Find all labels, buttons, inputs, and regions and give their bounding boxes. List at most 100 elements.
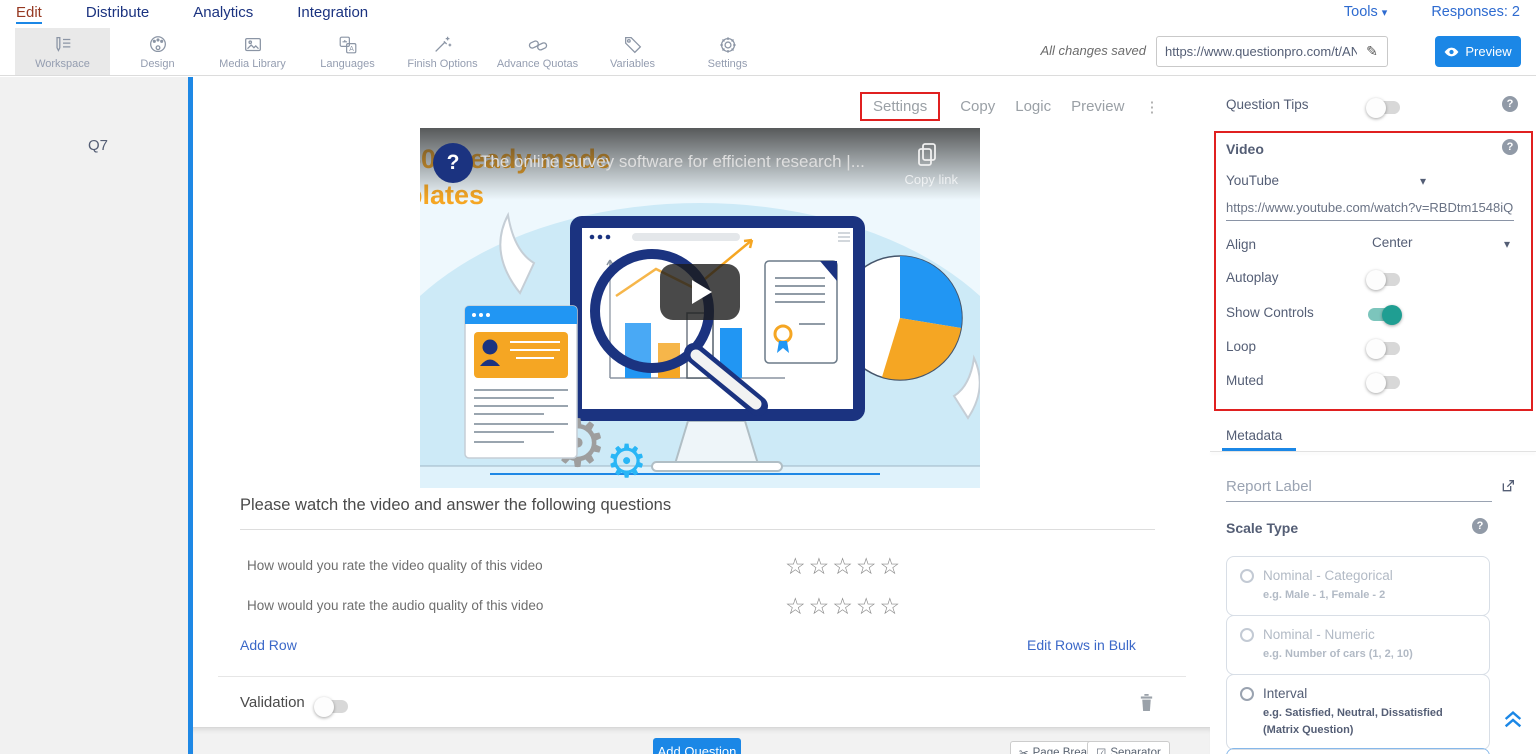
play-icon xyxy=(692,280,712,304)
add-question-button[interactable]: Add Question xyxy=(653,738,741,754)
page-break-label: Page Break xyxy=(1033,747,1093,754)
toolbar-item-settings[interactable]: Settings xyxy=(680,28,775,75)
toggle-knob xyxy=(314,697,334,717)
video-help-icon[interactable]: ? xyxy=(1502,139,1518,155)
media-library-icon xyxy=(242,34,264,56)
toolbar-item-media-library[interactable]: Media Library xyxy=(205,28,300,75)
provider-caret-icon[interactable]: ▾ xyxy=(1420,174,1426,188)
star-icon[interactable]: ☆ xyxy=(832,593,856,619)
star-rating-row-2[interactable]: ☆☆☆☆☆ xyxy=(785,593,903,620)
question-title[interactable]: Please watch the video and answer the fo… xyxy=(240,496,1155,530)
scale-option-partial[interactable] xyxy=(1226,748,1490,754)
tab-settings[interactable]: Settings xyxy=(860,92,940,121)
scale-option-interval[interactable]: Interval e.g. Satisfied, Neutral, Dissat… xyxy=(1226,674,1490,750)
nav-left: Edit Distribute Analytics Integration xyxy=(16,4,368,24)
scale-option-example: e.g. Satisfied, Neutral, Dissatisfied (M… xyxy=(1263,705,1476,738)
scale-option-label: Nominal - Numeric xyxy=(1263,627,1375,642)
add-row-link[interactable]: Add Row xyxy=(240,637,297,653)
validation-toggle[interactable] xyxy=(316,700,348,713)
scale-option-nominal-categorical[interactable]: Nominal - Categorical e.g. Male - 1, Fem… xyxy=(1226,556,1490,616)
matrix-row-label[interactable]: How would you rate the video quality of … xyxy=(247,558,543,573)
scale-option-label: Nominal - Categorical xyxy=(1263,568,1393,583)
external-link-icon[interactable] xyxy=(1500,478,1516,494)
nav-tab-edit[interactable]: Edit xyxy=(16,4,42,24)
question-id-label[interactable]: Q7 xyxy=(88,137,108,154)
edit-url-pencil-icon[interactable]: ✎ xyxy=(1357,43,1387,60)
loop-toggle[interactable] xyxy=(1368,342,1400,355)
star-icon[interactable]: ☆ xyxy=(856,553,880,579)
tab-logic[interactable]: Logic xyxy=(1015,98,1051,115)
star-icon[interactable]: ☆ xyxy=(785,593,809,619)
toggle-knob xyxy=(1366,339,1386,359)
star-icon[interactable]: ☆ xyxy=(809,553,833,579)
toggle-knob xyxy=(1366,98,1386,118)
muted-label: Muted xyxy=(1226,373,1264,388)
report-label-input[interactable]: Report Label xyxy=(1226,478,1492,502)
tools-menu[interactable]: Tools ▾ xyxy=(1344,4,1387,20)
toolbar-label: Design xyxy=(140,58,174,70)
collapse-panel-chevrons-icon[interactable] xyxy=(1502,707,1524,731)
nav-right: Tools ▾ Responses: 2 xyxy=(1344,4,1520,20)
scale-type-help-icon[interactable]: ? xyxy=(1472,518,1488,534)
star-icon[interactable]: ☆ xyxy=(880,553,904,579)
align-caret-icon[interactable]: ▾ xyxy=(1504,237,1510,251)
preview-button[interactable]: Preview xyxy=(1435,36,1521,67)
align-value[interactable]: Center xyxy=(1372,235,1413,250)
toolbar-item-workspace[interactable]: Workspace xyxy=(15,28,110,75)
channel-avatar[interactable]: ? xyxy=(433,143,473,183)
toolbar-label: Media Library xyxy=(219,58,286,70)
question-tips-help-icon[interactable]: ? xyxy=(1502,96,1518,112)
star-icon[interactable]: ☆ xyxy=(856,593,880,619)
eye-icon xyxy=(1444,46,1459,58)
nav-tab-analytics[interactable]: Analytics xyxy=(193,4,253,24)
star-icon[interactable]: ☆ xyxy=(785,553,809,579)
toolbar-item-variables[interactable]: Variables xyxy=(585,28,680,75)
finish-options-wand-icon xyxy=(432,34,454,56)
svg-text:⚙: ⚙ xyxy=(606,434,647,488)
play-button[interactable] xyxy=(660,264,740,320)
video-player[interactable]: ⚙ ⚙ 50+ ready-made templates ? The onlin… xyxy=(420,128,980,488)
page-break-icon: ✂ xyxy=(1019,746,1029,754)
separator-button[interactable]: ☑Separator xyxy=(1087,741,1170,754)
toolbar-item-design[interactable]: Design xyxy=(110,28,205,75)
variables-tag-icon xyxy=(622,34,644,56)
tab-copy[interactable]: Copy xyxy=(960,98,995,115)
question-tips-toggle[interactable] xyxy=(1368,101,1400,114)
radio-icon[interactable] xyxy=(1240,687,1254,701)
star-icon[interactable]: ☆ xyxy=(880,593,904,619)
tab-preview[interactable]: Preview xyxy=(1071,98,1124,115)
toolbar-item-finish-options[interactable]: Finish Options xyxy=(395,28,490,75)
nav-tab-distribute[interactable]: Distribute xyxy=(86,4,149,24)
more-options-icon[interactable]: ⋮ xyxy=(1144,98,1159,116)
survey-url-text[interactable]: https://www.questionpro.com/t/ANpjeZ xyxy=(1157,44,1357,59)
scale-option-nominal-numeric[interactable]: Nominal - Numeric e.g. Number of cars (1… xyxy=(1226,615,1490,675)
star-icon[interactable]: ☆ xyxy=(809,593,833,619)
delete-question-trash-icon[interactable] xyxy=(1138,692,1155,713)
star-icon[interactable]: ☆ xyxy=(832,553,856,579)
video-provider-select[interactable]: YouTube xyxy=(1226,173,1279,188)
video-url-input[interactable]: https://www.youtube.com/watch?v=RBDtm154… xyxy=(1226,200,1514,221)
copy-link-label[interactable]: Copy link xyxy=(905,172,958,187)
radio-icon[interactable] xyxy=(1240,628,1254,642)
toolbar-label: Advance Quotas xyxy=(497,58,578,70)
matrix-row-label[interactable]: How would you rate the audio quality of … xyxy=(247,598,543,613)
questionpro-editor: Edit Distribute Analytics Integration To… xyxy=(0,0,1536,754)
show-controls-toggle[interactable] xyxy=(1368,308,1400,321)
preview-button-label: Preview xyxy=(1465,44,1511,59)
survey-url-input[interactable]: https://www.questionpro.com/t/ANpjeZ ✎ xyxy=(1156,36,1388,67)
responses-link[interactable]: Responses: 2 xyxy=(1431,4,1520,20)
autoplay-toggle[interactable] xyxy=(1368,273,1400,286)
star-rating-row-1[interactable]: ☆☆☆☆☆ xyxy=(785,553,903,580)
nav-tab-integration[interactable]: Integration xyxy=(297,4,368,24)
copy-link-icon[interactable] xyxy=(916,142,938,168)
toggle-knob xyxy=(1366,373,1386,393)
edit-rows-in-bulk-link[interactable]: Edit Rows in Bulk xyxy=(1027,637,1136,653)
toolbar-item-advance-quotas[interactable]: Advance Quotas xyxy=(490,28,585,75)
video-overlay-title[interactable]: The online survey software for efficient… xyxy=(480,152,910,172)
workspace-icon xyxy=(52,34,74,56)
muted-toggle[interactable] xyxy=(1368,376,1400,389)
scale-option-example: e.g. Male - 1, Female - 2 xyxy=(1263,587,1476,604)
radio-icon[interactable] xyxy=(1240,569,1254,583)
tab-metadata[interactable]: Metadata xyxy=(1226,428,1282,443)
toolbar-item-languages[interactable]: A Languages xyxy=(300,28,395,75)
